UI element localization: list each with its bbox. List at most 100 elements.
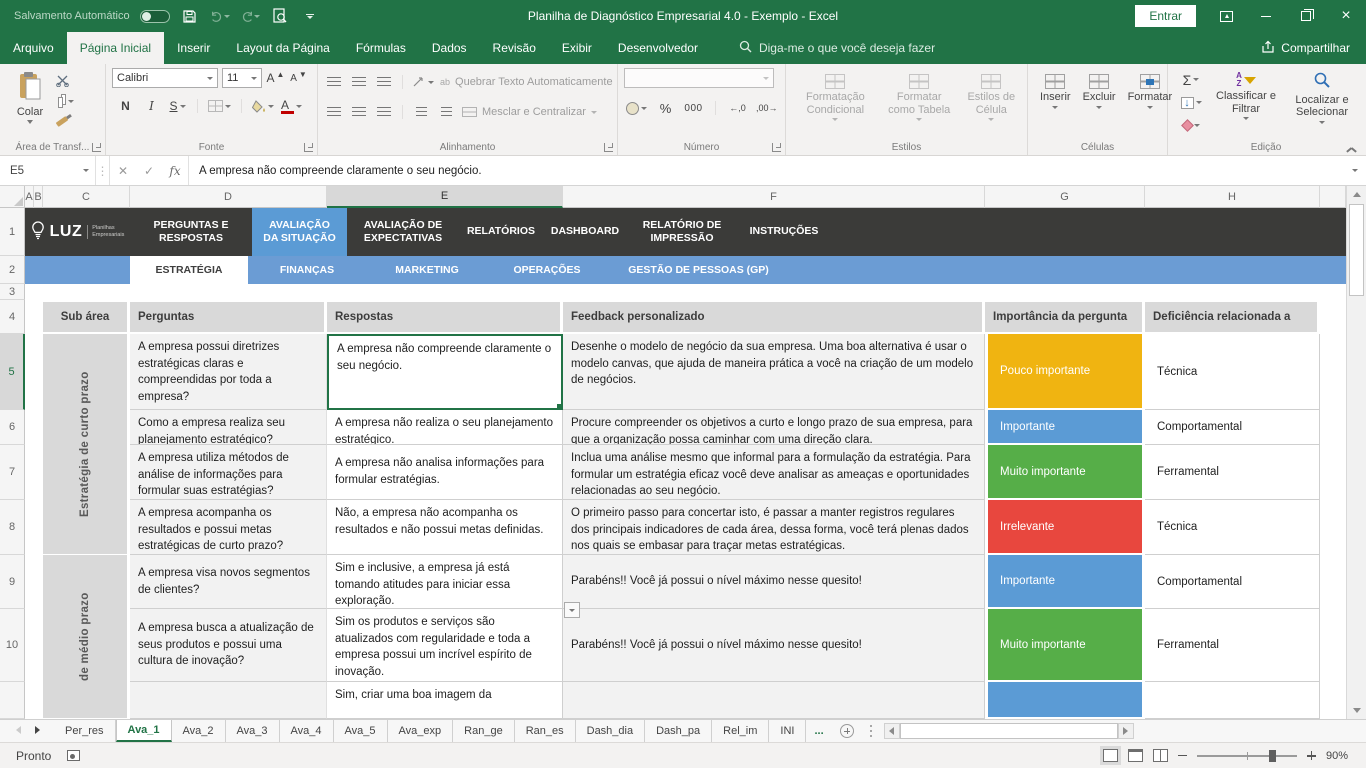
column-header-h[interactable]: H <box>1145 186 1320 208</box>
cell-e5-answer-selected[interactable]: A empresa não compreende claramente o se… <box>327 334 563 410</box>
shrink-font-button[interactable]: A▼ <box>289 69 308 88</box>
paste-button[interactable]: Colar <box>6 68 54 134</box>
italic-button[interactable]: I <box>142 97 161 116</box>
delete-cells-button[interactable]: Excluir <box>1077 72 1122 111</box>
format-painter-icon[interactable] <box>56 114 74 128</box>
nav-tab-perguntas-e-respostas[interactable]: PERGUNTAS E RESPOSTAS <box>130 208 252 256</box>
increase-indent-icon[interactable] <box>437 103 456 122</box>
align-bottom-icon[interactable] <box>374 73 393 92</box>
column-header-c[interactable]: C <box>43 186 130 208</box>
column-header-g[interactable]: G <box>985 186 1145 208</box>
cell-f8-feedback[interactable]: O primeiro passo para concertar isto, é … <box>563 500 985 555</box>
tab-revisao[interactable]: Revisão <box>480 32 549 64</box>
underline-button[interactable]: S <box>168 97 187 116</box>
customize-qat-icon[interactable] <box>300 6 320 26</box>
row-header-5[interactable]: 5 <box>0 334 25 410</box>
cell-h10-deficiency[interactable]: Ferramental <box>1145 609 1320 682</box>
name-box[interactable]: E5 <box>0 156 96 185</box>
align-top-icon[interactable] <box>324 73 343 92</box>
sheet-nav-left-icon[interactable] <box>16 725 21 737</box>
ribbon-display-options-icon[interactable] <box>1206 0 1246 32</box>
cell-f5-feedback[interactable]: Desenhe o modelo de negócio da sua empre… <box>563 334 985 410</box>
tab-layout-da-pagina[interactable]: Layout da Página <box>223 32 342 64</box>
expand-formula-bar-icon[interactable] <box>1344 156 1366 185</box>
nav-tab-relatorios[interactable]: RELATÓRIOS <box>459 208 543 256</box>
minimize-button[interactable] <box>1246 0 1286 32</box>
sheet-tab-ava-exp[interactable]: Ava_exp <box>388 720 454 742</box>
row-header-7[interactable]: 7 <box>0 445 25 500</box>
close-button[interactable]: × <box>1326 0 1366 32</box>
tab-formulas[interactable]: Fórmulas <box>343 32 419 64</box>
cell-g5-importance[interactable]: Pouco importante <box>985 334 1145 410</box>
scroll-left-icon[interactable] <box>884 723 900 739</box>
sheet-tab-ava-5[interactable]: Ava_5 <box>334 720 388 742</box>
merge-center-button[interactable]: Mesclar e Centralizar <box>462 103 597 122</box>
cell-e8-answer[interactable]: Não, a empresa não acompanha os resultad… <box>327 500 563 555</box>
cell-e10-answer[interactable]: Sim os produtos e serviços são atualizad… <box>327 609 563 682</box>
cell-g10-importance[interactable]: Muito importante <box>985 609 1145 682</box>
cell-f7-feedback[interactable]: Inclua uma análise mesmo que informal pa… <box>563 445 985 500</box>
fill-color-icon[interactable] <box>252 97 274 116</box>
redo-icon[interactable] <box>240 6 260 26</box>
row-header-9[interactable]: 9 <box>0 555 25 609</box>
sheet-tab-ran-es[interactable]: Ran_es <box>515 720 576 742</box>
horizontal-scroll-thumb[interactable] <box>900 723 1118 739</box>
nav-tab-avaliacao-da-situacao[interactable]: AVALIAÇÃO DA SITUAÇÃO <box>252 208 347 256</box>
row-header-4[interactable]: 4 <box>0 300 25 334</box>
clipboard-dialog-launcher[interactable] <box>92 143 101 152</box>
cell-h7-deficiency[interactable]: Ferramental <box>1145 445 1320 500</box>
align-left-icon[interactable] <box>324 103 343 122</box>
align-right-icon[interactable] <box>374 103 393 122</box>
cell-g11-importance-partial[interactable] <box>985 682 1145 719</box>
column-header-f[interactable]: F <box>563 186 985 208</box>
font-size-select[interactable]: 11 <box>222 68 262 88</box>
scroll-down-icon[interactable] <box>1347 702 1366 719</box>
print-preview-icon[interactable] <box>270 6 290 26</box>
insert-function-icon[interactable]: fx <box>162 156 188 185</box>
sheet-tab-dash-pa[interactable]: Dash_pa <box>645 720 712 742</box>
column-header-a[interactable]: A <box>25 186 34 208</box>
sheet-tab-ran-ge[interactable]: Ran_ge <box>453 720 515 742</box>
cell-e6-answer[interactable]: A empresa não realiza o seu planejamento… <box>327 410 563 445</box>
cell-g6-importance[interactable]: Importante <box>985 410 1145 445</box>
bold-button[interactable]: N <box>116 97 135 116</box>
fill-icon[interactable]: ↓ <box>1174 93 1208 112</box>
scroll-right-icon[interactable] <box>1118 723 1134 739</box>
tab-desenvolvedor[interactable]: Desenvolvedor <box>605 32 711 64</box>
nav-tab-avaliacao-de-expectativas[interactable]: AVALIAÇÃO DE EXPECTATIVAS <box>347 208 459 256</box>
cell-d8-question[interactable]: A empresa acompanha os resultados e poss… <box>130 500 327 555</box>
cell-g8-importance[interactable]: Irrelevante <box>985 500 1145 555</box>
column-header-e[interactable]: E <box>327 186 563 208</box>
zoom-in-icon[interactable] <box>1307 751 1316 760</box>
find-select-button[interactable]: Localizar e Selecionar <box>1284 70 1360 135</box>
cell-e7-answer[interactable]: A empresa não analisa informações para f… <box>327 445 563 500</box>
decrease-decimal-icon[interactable]: ,00→ <box>756 99 778 118</box>
wrap-text-button[interactable]: ab Quebrar Texto Automaticamente <box>440 73 613 92</box>
tab-inserir[interactable]: Inserir <box>164 32 223 64</box>
grow-font-button[interactable]: A▲ <box>266 69 285 88</box>
macro-record-icon[interactable] <box>67 750 80 761</box>
cell-d6-question[interactable]: Como a empresa realiza seu planejamento … <box>130 410 327 445</box>
alignment-dialog-launcher[interactable] <box>604 143 613 152</box>
cell-g9-importance[interactable]: Importante <box>985 555 1145 609</box>
decrease-indent-icon[interactable] <box>412 103 431 122</box>
autosum-icon[interactable]: Σ <box>1174 70 1208 89</box>
subnav-tab-operacoes[interactable]: OPERAÇÕES <box>488 256 606 284</box>
conditional-formatting-button[interactable]: Formatação Condicional <box>792 72 879 123</box>
formula-input[interactable]: A empresa não compreende claramente o se… <box>188 156 1344 185</box>
cell-f6-feedback[interactable]: Procure compreender os objetivos a curto… <box>563 410 985 445</box>
scroll-up-icon[interactable] <box>1347 186 1366 203</box>
row-header-6[interactable]: 6 <box>0 410 25 445</box>
share-button[interactable]: Compartilhar <box>1261 32 1366 64</box>
row-header-3[interactable]: 3 <box>0 284 25 300</box>
subnav-tab-financas[interactable]: FINANÇAS <box>248 256 366 284</box>
sheet-tabs-overflow[interactable]: ... <box>806 720 831 742</box>
sheet-tab-rel-im[interactable]: Rel_im <box>712 720 769 742</box>
data-validation-dropdown[interactable] <box>564 602 580 618</box>
font-color-icon[interactable]: A <box>281 97 302 116</box>
comma-style-icon[interactable]: 000 <box>684 99 703 118</box>
sort-filter-button[interactable]: AZ Classificar e Filtrar <box>1208 70 1284 135</box>
autosave-toggle[interactable] <box>140 10 170 23</box>
sheet-tab-ava-1[interactable]: Ava_1 <box>116 720 172 742</box>
new-sheet-icon[interactable] <box>840 724 854 738</box>
